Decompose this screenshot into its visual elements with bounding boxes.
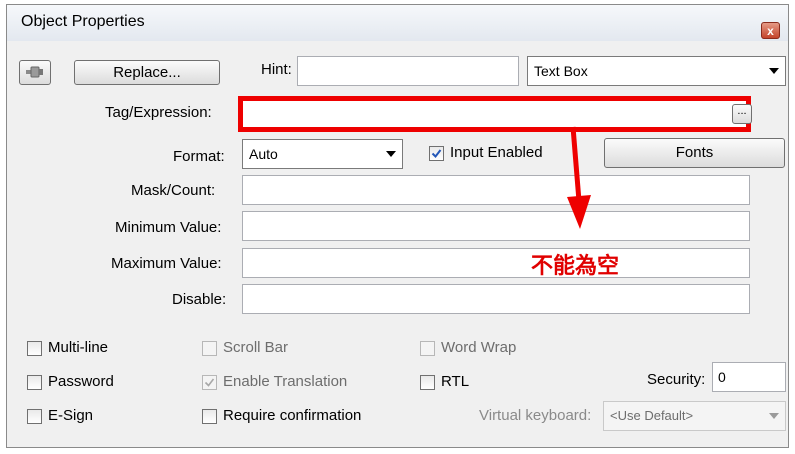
- chevron-down-icon: [769, 413, 779, 419]
- close-icon: x: [767, 24, 774, 38]
- input-enabled-checkbox[interactable]: [429, 146, 444, 161]
- object-properties-dialog: Object Properties x Replace... Hint: Tex…: [6, 4, 789, 448]
- pushpin-icon: [26, 66, 43, 78]
- window-title: Object Properties: [21, 13, 145, 30]
- annotation-arrow-icon: [567, 126, 591, 229]
- wordwrap-label: Word Wrap: [441, 339, 517, 356]
- mask-count-input[interactable]: [242, 175, 750, 205]
- tag-expression-label: Tag/Expression:: [105, 104, 212, 121]
- password-checkbox[interactable]: [27, 375, 42, 390]
- maximum-value-input[interactable]: [242, 248, 750, 278]
- chevron-down-icon: [386, 151, 396, 157]
- fonts-button-label: Fonts: [675, 144, 714, 161]
- format-select[interactable]: Auto: [242, 139, 403, 169]
- checkmark-icon: [204, 378, 215, 387]
- scrollbar-label: Scroll Bar: [223, 339, 289, 356]
- input-enabled-label: Input Enabled: [450, 144, 543, 161]
- close-button[interactable]: x: [761, 22, 780, 39]
- mask-count-label: Mask/Count:: [131, 182, 216, 199]
- wordwrap-checkbox[interactable]: [420, 341, 435, 356]
- virtual-keyboard-value: <Use Default>: [610, 408, 694, 423]
- virtual-keyboard-select[interactable]: <Use Default>: [603, 401, 786, 431]
- multiline-checkbox[interactable]: [27, 341, 42, 356]
- hint-label: Hint:: [261, 61, 292, 78]
- replace-button[interactable]: Replace...: [74, 60, 220, 85]
- fonts-button[interactable]: Fonts: [604, 138, 785, 168]
- chevron-down-icon: [769, 68, 779, 74]
- security-input[interactable]: 0: [712, 362, 786, 392]
- ellipsis-icon: ...: [737, 105, 747, 117]
- enable-translation-checkbox[interactable]: [202, 375, 217, 390]
- pin-button[interactable]: [19, 60, 51, 85]
- disable-label: Disable:: [172, 291, 227, 308]
- virtual-keyboard-label: Virtual keyboard:: [479, 407, 592, 424]
- rtl-label: RTL: [441, 373, 470, 390]
- minimum-value-input[interactable]: [242, 211, 750, 241]
- require-confirmation-label: Require confirmation: [223, 407, 362, 424]
- require-confirmation-checkbox[interactable]: [202, 409, 217, 424]
- title-bar: Object Properties x: [7, 5, 788, 41]
- object-type-select[interactable]: Text Box: [527, 56, 786, 86]
- format-value: Auto: [249, 146, 278, 162]
- hint-input[interactable]: [297, 56, 519, 86]
- minimum-value-label: Minimum Value:: [115, 219, 222, 236]
- annotation-text: 不能為空: [531, 253, 620, 278]
- maximum-value-label: Maximum Value:: [111, 255, 222, 272]
- object-type-value: Text Box: [534, 63, 588, 79]
- enable-translation-label: Enable Translation: [223, 373, 348, 390]
- checkmark-icon: [431, 149, 442, 159]
- password-label: Password: [48, 373, 114, 390]
- required-field-highlight: [238, 96, 751, 132]
- multiline-label: Multi-line: [48, 339, 109, 356]
- disable-input[interactable]: [242, 284, 750, 314]
- security-label: Security:: [647, 371, 706, 388]
- browse-tag-button[interactable]: ...: [732, 104, 752, 124]
- esign-label: E-Sign: [48, 407, 94, 424]
- format-label: Format:: [173, 148, 225, 165]
- rtl-checkbox[interactable]: [420, 375, 435, 390]
- scrollbar-checkbox[interactable]: [202, 341, 217, 356]
- esign-checkbox[interactable]: [27, 409, 42, 424]
